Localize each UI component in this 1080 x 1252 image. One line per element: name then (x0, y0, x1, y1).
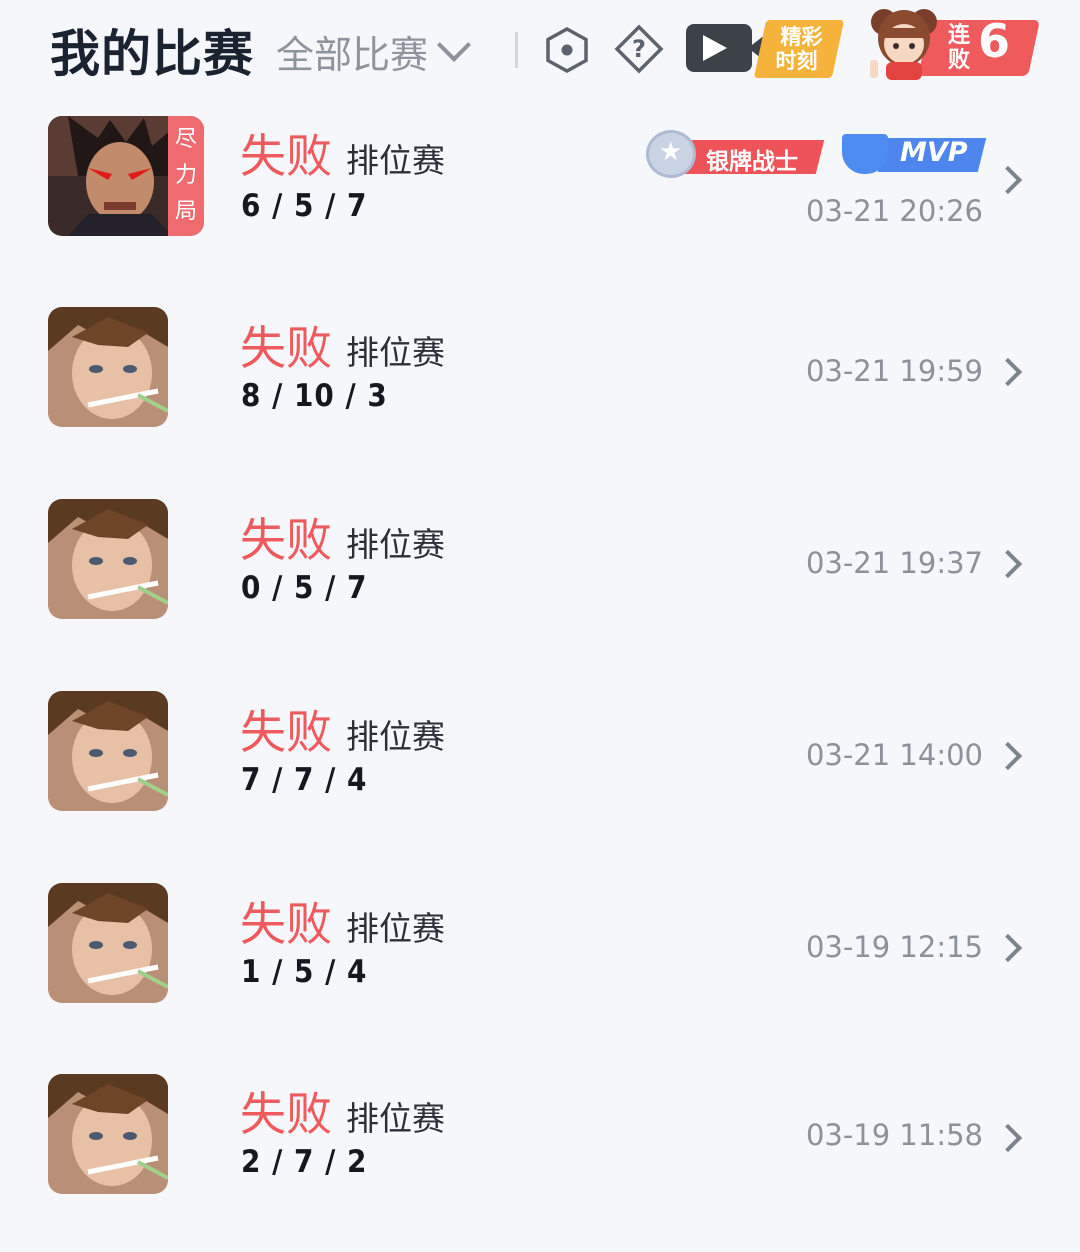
kda: 8 / 10 / 3 (241, 378, 388, 414)
filter-label: 全部比赛 (276, 33, 429, 77)
kda: 6 / 5 / 7 (241, 188, 368, 224)
medal-label: 银牌战士 (706, 149, 798, 175)
mvp-label: MVP (900, 137, 968, 168)
mvp-badge: MVP (842, 128, 987, 178)
match-filter-dropdown[interactable]: 全部比赛 (276, 24, 471, 79)
match-result: 失败 (240, 129, 332, 183)
highlight-moments-button[interactable]: 精彩 时刻 (686, 20, 845, 78)
hero-portrait-icon (48, 691, 168, 811)
match-mode: 排位赛 (346, 909, 445, 948)
chevron-right-icon (993, 549, 1023, 579)
match-mode: 排位赛 (346, 141, 445, 180)
match-mode: 排位赛 (346, 525, 445, 564)
highlight-label: 精彩 时刻 (753, 20, 845, 78)
streak-label: 连 败 (948, 23, 971, 73)
chevron-right-icon (993, 165, 1023, 195)
match-time: 03-21 20:26 (805, 194, 983, 228)
match-mode: 排位赛 (346, 717, 445, 756)
trophy-icon (842, 134, 888, 174)
match-result: 失败 (240, 897, 332, 951)
chevron-right-icon (993, 357, 1023, 387)
match-row[interactable]: 失败 排位赛 2 / 7 / 2 03-19 11:58 (0, 1060, 1080, 1252)
match-time: 03-21 19:59 (805, 354, 983, 388)
hero-avatar (48, 883, 168, 1003)
chevron-right-icon (993, 741, 1023, 771)
match-result: 失败 (240, 321, 332, 375)
match-mode: 排位赛 (346, 333, 445, 372)
losing-streak-badge[interactable]: 连 败 6 (862, 0, 1040, 82)
mascot-girl-icon (870, 9, 937, 80)
chevron-right-icon (993, 933, 1023, 963)
match-time: 03-21 19:37 (805, 546, 983, 580)
divider (515, 32, 518, 68)
match-result: 失败 (240, 705, 332, 759)
star-medal-icon: ★ (646, 130, 696, 178)
hero-portrait-icon (48, 307, 168, 427)
help-icon[interactable]: ? (614, 24, 664, 74)
match-row[interactable]: 失败 排位赛 1 / 5 / 4 03-19 12:15 (0, 868, 1080, 1060)
kda: 0 / 5 / 7 (241, 570, 368, 606)
hexagon-settings-icon[interactable] (544, 26, 590, 74)
match-time: 03-19 12:15 (805, 930, 983, 964)
match-result: 失败 (240, 1087, 332, 1141)
chevron-down-icon (437, 27, 471, 62)
hero-portrait-icon (48, 499, 168, 619)
hero-avatar (48, 691, 168, 811)
rank-medal-badge: ★ 银牌战士 (646, 130, 825, 178)
kda: 7 / 7 / 4 (241, 762, 368, 798)
match-row[interactable]: 尽 力 局 失败 排位赛 6 / 5 / 7 ★ 银牌战士 MVP 03-21 … (0, 100, 1080, 292)
kda: 1 / 5 / 4 (241, 954, 368, 990)
hero-avatar (48, 499, 168, 619)
match-row[interactable]: 失败 排位赛 8 / 10 / 3 03-21 19:59 (0, 292, 1080, 484)
hero-avatar (48, 307, 168, 427)
match-row[interactable]: 失败 排位赛 0 / 5 / 7 03-21 19:37 (0, 484, 1080, 676)
hero-avatar: 尽 力 局 (48, 116, 204, 236)
kda: 2 / 7 / 2 (241, 1144, 368, 1180)
hero-avatar (48, 1074, 168, 1194)
match-time: 03-21 14:00 (805, 738, 983, 772)
streak-count: 6 (978, 14, 1011, 68)
svg-text:?: ? (632, 35, 646, 63)
page-title: 我的比赛 (50, 25, 254, 83)
chevron-right-icon (993, 1123, 1023, 1153)
hero-portrait-icon (48, 883, 168, 1003)
video-camera-icon (686, 24, 766, 72)
header-bar: 我的比赛 全部比赛 ? 精彩 时刻 连 败 6 (0, 0, 1080, 100)
match-time: 03-19 11:58 (805, 1118, 983, 1152)
hero-portrait-icon (48, 1074, 168, 1194)
best-effort-badge: 尽 力 局 (168, 116, 204, 236)
match-result: 失败 (240, 513, 332, 567)
match-mode: 排位赛 (346, 1099, 445, 1138)
match-row[interactable]: 失败 排位赛 7 / 7 / 4 03-21 14:00 (0, 676, 1080, 868)
